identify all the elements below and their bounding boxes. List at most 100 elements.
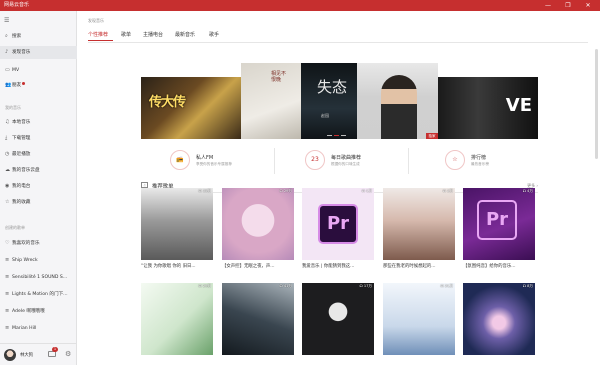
sidebar-item-label: 朋友	[12, 83, 22, 88]
sidebar-item-cloud[interactable]: ☁ 我的音乐云盘	[0, 164, 77, 177]
sidebar-item-liked[interactable]: ♡ 我喜欢的音乐	[0, 237, 77, 250]
tab-playlists[interactable]: 歌单	[121, 31, 131, 38]
playlist-cover[interactable]: ☊ 41万	[222, 283, 294, 355]
maximize-button[interactable]: ❐	[560, 1, 576, 10]
sidebar-item-friends[interactable]: 👥朋友	[0, 79, 77, 92]
tab-radio[interactable]: 主播电台	[143, 31, 163, 38]
play-count: ☊ 4万	[522, 189, 533, 193]
section-label-created-playlists: 创建的歌单	[5, 225, 25, 230]
playlist-title[interactable]: 我爱音乐 | 你能猜到我这...	[302, 263, 374, 269]
scrollbar[interactable]	[595, 49, 598, 159]
banner-slide-center[interactable]: 相见不恨晚 失态 赵园 独家	[241, 63, 438, 139]
sidebar-item-label: 我喜欢的音乐	[12, 241, 40, 246]
play-count: ☊ 1万	[361, 189, 372, 193]
sidebar-playlist-item[interactable]: ≡ Lights & Motion 的门下...	[0, 288, 77, 301]
calendar-icon: 23	[305, 150, 325, 170]
feature-charts[interactable]: ☆ 排行榜 最热音乐榜	[445, 147, 525, 177]
playlist-title[interactable]: 那些在我老的时候想起的...	[383, 263, 455, 269]
sidebar-item-mv[interactable]: ▭ MV	[0, 64, 77, 77]
banner-slide-left[interactable]: 传大传	[141, 77, 241, 139]
playlist-cover[interactable]: Pr ☊ 1万	[302, 188, 374, 260]
carousel-dot-active[interactable]	[334, 135, 339, 136]
playlist-cover[interactable]: ☊ 2万	[383, 188, 455, 260]
sidebar-item-discover[interactable]: ♪ 发现音乐	[0, 46, 77, 59]
tab-new-music[interactable]: 最新音乐	[175, 31, 195, 38]
avatar[interactable]	[4, 349, 16, 361]
feature-daily-songs[interactable]: 23 每日歌曲推荐 根据你的口味生成	[305, 147, 405, 177]
sidebar-item-label: 本地音乐	[12, 120, 31, 125]
notification-dot	[22, 82, 26, 85]
sidebar-item-label: 下载管理	[12, 136, 31, 141]
app-title: 网易云音乐	[4, 2, 30, 8]
playlist-title[interactable]: 【氛围纯音】给你的音乐...	[463, 263, 535, 269]
banner-carousel[interactable]: 传大传 相见不恨晚 失态 赵园 独家 VE	[141, 63, 538, 139]
banner-slide-right[interactable]: VE	[438, 77, 538, 139]
playlist-cover[interactable]: ☊ 35万	[141, 188, 213, 260]
title-bar: 网易云音乐 — ❐ ✕	[0, 0, 600, 11]
playlist-title[interactable]: 【女声控】无眠之夜，声...	[222, 263, 294, 269]
sidebar-playlist-item[interactable]: ≡ Ship Wreck	[0, 254, 77, 267]
tab-artists[interactable]: 歌手	[209, 31, 219, 38]
menu-toggle-icon[interactable]: ☰	[4, 17, 9, 24]
search-icon: ⌕	[5, 33, 8, 39]
settings-icon[interactable]: ⚙	[65, 350, 71, 358]
sidebar-item-favorites[interactable]: ☆ 我的收藏	[0, 196, 77, 209]
radio-icon: ◉	[5, 183, 10, 189]
mail-badge: 1	[52, 347, 58, 352]
playlist-title[interactable]: “让我 为你歌唱 你的 旧日...	[141, 263, 213, 269]
sidebar-item-label: 发现音乐	[12, 50, 31, 55]
star-icon: ☆	[5, 199, 10, 205]
sidebar-playlist-item[interactable]: ≡ Adele 啊哦哦哦	[0, 305, 77, 318]
music-icon: ♫	[5, 119, 10, 125]
banner-album-2: 失态 赵园	[301, 63, 357, 139]
premiere-pro-logo: Pr	[477, 200, 517, 240]
banner-text: 相见不恨晚	[271, 71, 287, 83]
heart-icon: ♡	[5, 240, 10, 246]
sidebar: ☰ ⌕ 搜索 ♪ 发现音乐 ▭ MV 👥朋友 我的音乐 ♫ 本地音乐 ⤓ 下载管理 ◷ 最近…	[0, 11, 77, 365]
music-note-icon: ♪	[5, 49, 9, 55]
breadcrumb: 发现音乐	[88, 18, 104, 23]
feature-private-fm[interactable]: 📻 私人FM 享受你的音乐专属推荐	[170, 147, 280, 177]
artist-image	[381, 75, 417, 139]
sidebar-item-radio[interactable]: ◉ 我的电台	[0, 180, 77, 193]
exclusive-tag: 独家	[426, 133, 438, 139]
minimize-button[interactable]: —	[540, 1, 556, 10]
play-count: ☊ 29万	[279, 189, 292, 193]
feature-sub: 享受你的音乐专属推荐	[196, 162, 232, 166]
sidebar-item-search[interactable]: ⌕ 搜索	[0, 30, 77, 43]
playlist-cover[interactable]: ☊ 29万	[222, 188, 294, 260]
premiere-pro-logo: Pr	[318, 204, 358, 244]
playlist-icon: ≡	[5, 257, 10, 263]
playlist-cover[interactable]: ☊ 17万	[302, 283, 374, 355]
playlist-cover[interactable]: ☊ 29万	[141, 283, 213, 355]
sidebar-playlist-item[interactable]: ≡ Marian Hill	[0, 322, 77, 335]
playlist-icon: ≡	[5, 308, 10, 314]
playlist-cover[interactable]: ☊ 21万	[383, 283, 455, 355]
banner-artist-photo: 独家	[357, 63, 438, 139]
sidebar-item-label: 我的收藏	[12, 200, 31, 205]
user-name[interactable]: 林大狗	[20, 352, 33, 358]
carousel-dot[interactable]	[341, 135, 346, 136]
play-count: ☊ 35万	[198, 189, 211, 193]
sidebar-item-downloads[interactable]: ⤓ 下载管理	[0, 132, 77, 145]
close-button[interactable]: ✕	[580, 1, 596, 10]
chart-star-icon: ☆	[445, 150, 465, 170]
play-count: ☊ 17万	[359, 284, 372, 288]
playlist-cover[interactable]: Pr ☊ 4万	[463, 188, 535, 260]
play-count: ☊ 21万	[440, 284, 453, 288]
sidebar-item-label: Marian Hill	[12, 326, 37, 331]
playlist-cover[interactable]: ☊ 8万	[463, 283, 535, 355]
play-count: ☊ 8万	[522, 284, 533, 288]
banner-text: 失态	[317, 78, 348, 96]
sidebar-item-label: Ship Wreck	[12, 258, 38, 263]
section-label-my-music: 我的音乐	[5, 105, 21, 110]
cloud-icon: ☁	[5, 167, 10, 173]
carousel-dot[interactable]	[327, 135, 332, 136]
feature-name: 排行榜	[471, 155, 487, 161]
tab-recommend[interactable]: 个性推荐	[88, 31, 108, 38]
sidebar-item-recent[interactable]: ◷ 最近播放	[0, 148, 77, 161]
main-content: 发现音乐 个性推荐 歌单 主播电台 最新音乐 歌手 传大传 相见不恨晚 失态 赵…	[78, 11, 600, 365]
sidebar-item-local-music[interactable]: ♫ 本地音乐	[0, 116, 77, 129]
playlist-icon: ≡	[5, 274, 10, 280]
sidebar-playlist-item[interactable]: ≡ Sensibilité 1 SOUND S...	[0, 271, 77, 284]
